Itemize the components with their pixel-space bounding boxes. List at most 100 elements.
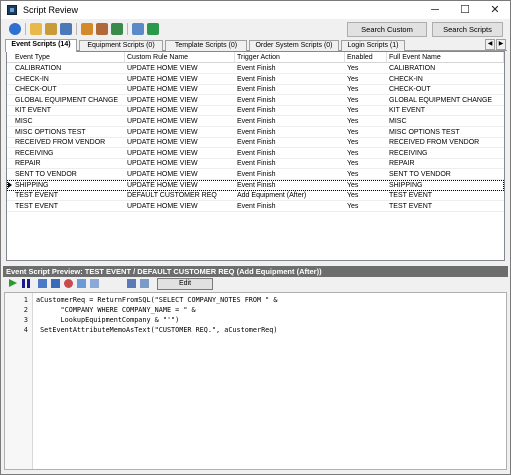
table-cell: Yes <box>347 75 359 83</box>
table-cell: SENT TO VENDOR <box>15 171 77 178</box>
table-row[interactable]: CHECK-OUT UPDATE HOME VIEW Event Finish Yes… <box>7 84 504 96</box>
title-bar: Script Review ─ ☐ ✕ <box>1 1 510 19</box>
tab-equipment-scripts[interactable]: Equipment Scripts (0) <box>79 40 163 51</box>
table-cell: Yes <box>347 96 359 104</box>
table-cell: CHECK-OUT <box>15 86 57 94</box>
line-number: 1 <box>23 296 28 304</box>
close-button[interactable]: ✕ <box>480 1 510 19</box>
step-icon[interactable] <box>38 279 47 288</box>
table-row[interactable]: TEST EVENT DEFAULT CUSTOMER REQ Add Equipm… <box>7 190 504 202</box>
table-cell: TEST EVENT <box>389 202 433 210</box>
table-cell: Event Finish <box>237 149 276 157</box>
code-line[interactable]: SetEventAttributeMemoAsText("CUSTOMER RE… <box>36 325 277 335</box>
table-cell: MISC <box>389 118 407 125</box>
code-line[interactable]: "COMPANY WHERE COMPANY_NAME = " & <box>36 305 196 315</box>
refresh-icon[interactable] <box>111 23 123 35</box>
table-cell: MISC <box>15 118 33 125</box>
pause-icon[interactable] <box>22 279 30 288</box>
table-cell: Event Finish <box>237 171 276 178</box>
column-header-trigger-action[interactable]: Trigger Action <box>235 52 345 63</box>
back-icon[interactable] <box>9 23 21 35</box>
tab-login-scripts[interactable]: Login Scripts (1) <box>341 40 405 51</box>
toolbar-separator <box>76 23 77 35</box>
new-script-icon[interactable] <box>30 23 42 35</box>
tab-order-system-scripts[interactable]: Order System Scripts (0) <box>249 40 339 51</box>
table-cell: RECEIVING <box>389 149 428 157</box>
table-cell: Event Finish <box>237 139 276 147</box>
search-scripts-button[interactable]: Search Scripts <box>432 22 503 37</box>
edit-button[interactable]: Edit <box>157 278 213 290</box>
table-row[interactable]: SHIPPING UPDATE HOME VIEW Event Finish Yes S… <box>7 179 504 191</box>
column-header-custom-rule-name[interactable]: Custom Rule Name <box>125 52 235 63</box>
table-cell: SHIPPING <box>389 181 423 189</box>
table-row[interactable]: KIT EVENT UPDATE HOME VIEW Event Finish Yes… <box>7 105 504 117</box>
search-custom-reports-button[interactable]: Search Custom Reports <box>347 22 427 47</box>
table-row[interactable]: RECEIVED FROM VENDOR UPDATE HOME VIEW Even… <box>7 137 504 149</box>
tab-scroll-right-icon[interactable]: ▶ <box>496 39 506 50</box>
table-cell: SHIPPING <box>15 181 49 189</box>
table-cell: DEFAULT CUSTOMER REQ <box>127 192 217 200</box>
table-row[interactable]: RECEIVING UPDATE HOME VIEW Event Finish Yes… <box>7 148 504 159</box>
table-row[interactable]: GLOBAL EQUIPMENT CHANGE UPDATE HOME VIEW E… <box>7 95 504 106</box>
table-cell: UPDATE HOME VIEW <box>127 75 198 83</box>
script-tabs: Event Scripts (14) Equipment Scripts (0)… <box>5 39 507 52</box>
table-cell: Yes <box>347 171 359 178</box>
code-line[interactable]: aCustomerReq = ReturnFromSQL("SELECT COM… <box>36 295 277 305</box>
table-row[interactable]: REPAIR UPDATE HOME VIEW Event Finish Yes REP… <box>7 158 504 170</box>
table-cell: GLOBAL EQUIPMENT CHANGE <box>389 96 493 104</box>
line-number: 2 <box>23 306 28 314</box>
tool-a-icon[interactable] <box>127 279 136 288</box>
table-cell: UPDATE HOME VIEW <box>127 160 198 168</box>
table-cell: TEST EVENT <box>15 202 59 210</box>
table-cell: Yes <box>347 107 359 115</box>
column-header-event-type[interactable]: Event Type <box>13 52 125 63</box>
table-row[interactable]: MISC OPTIONS TEST UPDATE HOME VIEW Event F… <box>7 127 504 138</box>
table-row[interactable]: MISC UPDATE HOME VIEW Event Finish Yes MISC <box>7 116 504 127</box>
import-icon[interactable] <box>81 23 93 35</box>
table-cell: SENT TO VENDOR <box>389 171 451 178</box>
table-cell: RECEIVING <box>15 149 54 157</box>
table-cell: Event Finish <box>237 128 276 136</box>
tool-b-icon[interactable] <box>140 279 149 288</box>
window-title: Script Review <box>23 5 79 15</box>
script-editor[interactable]: 1 2 3 4 aCustomerReq = ReturnFromSQL("SE… <box>4 292 507 470</box>
tab-template-scripts[interactable]: Template Scripts (0) <box>165 40 247 51</box>
run-icon[interactable] <box>9 279 17 287</box>
table-cell: KIT EVENT <box>389 107 426 115</box>
table-cell: Yes <box>347 192 359 200</box>
table-cell: MISC OPTIONS TEST <box>15 128 86 136</box>
table-row[interactable]: SENT TO VENDOR UPDATE HOME VIEW Event Fini… <box>7 169 504 180</box>
table-cell: UPDATE HOME VIEW <box>127 65 198 72</box>
breakpoint-icon[interactable] <box>64 279 73 288</box>
save-icon[interactable] <box>147 23 159 35</box>
line-number-gutter: 1 2 3 4 <box>5 293 33 469</box>
table-cell: CALIBRATION <box>389 65 436 72</box>
table-cell: Yes <box>347 202 359 210</box>
table-cell: Yes <box>347 181 359 189</box>
table-cell: Yes <box>347 139 359 147</box>
tab-scroll-left-icon[interactable]: ◀ <box>485 39 495 50</box>
table-row[interactable]: CALIBRATION UPDATE HOME VIEW Event Finish Y… <box>7 63 504 74</box>
table-cell: TEST EVENT <box>15 192 59 200</box>
maximize-button[interactable]: ☐ <box>450 1 480 19</box>
watch-icon[interactable] <box>77 279 86 288</box>
minimize-button[interactable]: ─ <box>420 1 450 19</box>
app-icon <box>7 5 17 15</box>
table-cell: Event Finish <box>237 75 276 83</box>
code-line[interactable]: LookupEquipmentCompany & "'") <box>36 315 180 325</box>
compile-icon[interactable] <box>132 23 144 35</box>
table-row[interactable]: TEST EVENT UPDATE HOME VIEW Event Finish Ye… <box>7 201 504 212</box>
clear-icon[interactable] <box>90 279 99 288</box>
column-header-full-event-name[interactable]: Full Event Name <box>387 52 504 63</box>
edit-script-icon[interactable] <box>45 23 57 35</box>
tab-event-scripts[interactable]: Event Scripts (14) <box>5 39 77 52</box>
table-cell: UPDATE HOME VIEW <box>127 128 198 136</box>
script-view-icon[interactable] <box>60 23 72 35</box>
table-row[interactable]: CHECK-IN UPDATE HOME VIEW Event Finish Yes C… <box>7 74 504 85</box>
column-header-enabled[interactable]: Enabled <box>345 52 387 63</box>
step-over-icon[interactable] <box>51 279 60 288</box>
export-icon[interactable] <box>96 23 108 35</box>
current-row-marker-icon <box>8 181 12 188</box>
line-number: 3 <box>23 316 28 324</box>
table-cell: CHECK-IN <box>389 75 423 83</box>
